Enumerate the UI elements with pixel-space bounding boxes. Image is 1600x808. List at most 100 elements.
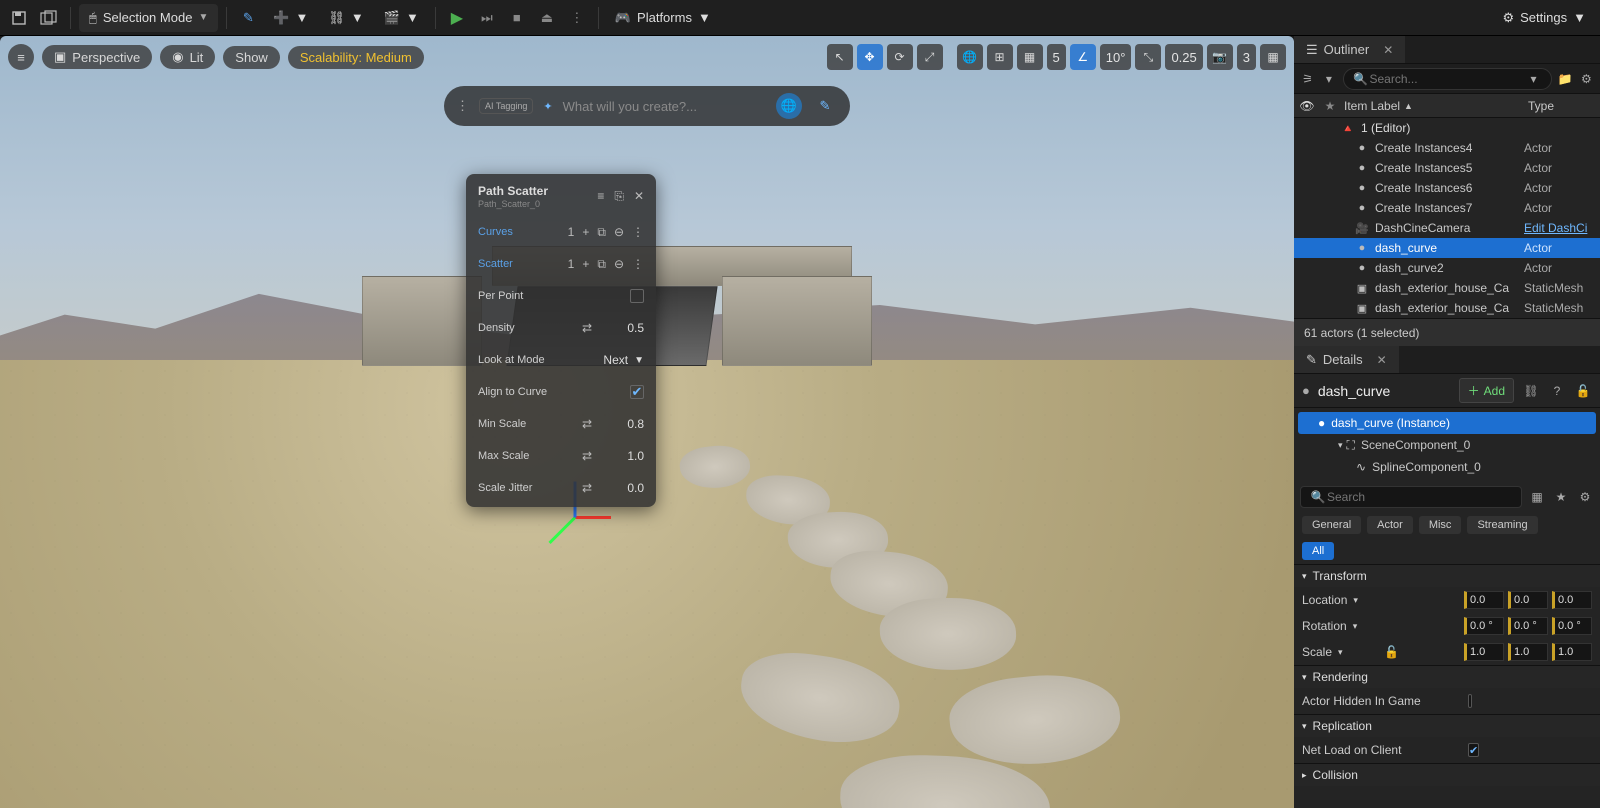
save-all-icon[interactable] [36,5,62,31]
stop-button[interactable]: ■ [504,5,530,31]
slider-icon[interactable]: ⇄ [582,321,592,335]
chevron-down-icon[interactable]: ▾ [1353,621,1358,632]
max-scale-value[interactable]: 1.0 [600,449,644,463]
curves-label[interactable]: Curves [478,226,568,238]
coord-space-icon[interactable]: 🌐 [957,44,983,70]
lock-icon[interactable]: 🔓 [1574,382,1592,400]
show-pill[interactable]: Show [223,46,280,69]
lighting-pill[interactable]: ◉Lit [160,45,215,69]
ai-prompt-bar[interactable]: ⋮ AI Tagging ✦ What will you create?... … [444,86,850,126]
outliner-row[interactable]: ●Create Instances5Actor [1294,158,1600,178]
save-preset-icon[interactable]: ⎘ [614,189,624,204]
viewport-layout-icon[interactable]: ▦ [1260,44,1286,70]
camera-speed-icon[interactable]: 📷 [1207,44,1233,70]
copy-icon[interactable]: ⧉ [597,225,606,240]
scale-tool-icon[interactable]: ⤢ [917,44,943,70]
rot-snap-value[interactable]: 10° [1100,44,1132,70]
details-search[interactable]: 🔍 [1300,486,1522,508]
rot-y[interactable] [1508,617,1548,635]
component-tree[interactable]: ●dash_curve (Instance) ▾⛶SceneComponent_… [1294,408,1600,482]
remove-icon[interactable]: ⊖ [614,257,624,271]
outliner-row[interactable]: ●dash_curve2Actor [1294,258,1600,278]
rot-x[interactable] [1464,617,1504,635]
loc-z[interactable] [1552,591,1592,609]
outliner-row[interactable]: 🎥DashCineCameraEdit DashCi [1294,218,1600,238]
more-icon[interactable]: ⋮ [632,257,644,271]
select-tool-icon[interactable]: ↖ [827,44,853,70]
scale-snap-value[interactable]: 0.25 [1165,44,1202,70]
cat-all[interactable]: All [1302,542,1334,560]
details-search-input[interactable] [1327,490,1513,504]
scatter-label[interactable]: Scatter [478,258,568,270]
spline-component-row[interactable]: ∿SplineComponent_0 [1298,456,1596,478]
mode-dropdown[interactable]: 🖱 Selection Mode ▼ [79,4,218,32]
projection-pill[interactable]: ▣Perspective [42,45,152,69]
filter-icon[interactable]: ⚞ [1300,70,1315,88]
play-options-icon[interactable]: ⋮ [564,5,590,31]
chevron-down-icon[interactable]: ▾ [1353,595,1358,606]
chevron-down-icon[interactable]: ▾ [1302,571,1307,582]
sequencer-dropdown[interactable]: 🎬▼ [376,4,427,32]
loc-y[interactable] [1508,591,1548,609]
step-button[interactable]: ⏭ [474,5,500,31]
new-folder-icon[interactable]: 📁 [1558,70,1573,88]
per-point-checkbox[interactable] [630,289,644,303]
outliner-row[interactable]: ▣dash_exterior_house_CaStaticMesh [1294,298,1600,318]
viewport-menu-icon[interactable]: ≡ [8,44,34,70]
more-icon[interactable]: ⋮ [632,225,644,239]
details-tab[interactable]: ✎ Details ✕ [1294,346,1399,373]
ai-prompt-placeholder[interactable]: What will you create?... [563,99,766,114]
more-icon[interactable]: ⋮ [456,98,469,114]
item-label-header[interactable]: Item Label [1344,99,1400,113]
jitter-value[interactable]: 0.0 [600,481,644,495]
outliner-row[interactable]: ▣dash_exterior_house_CaStaticMesh [1294,278,1600,298]
save-icon[interactable] [6,5,32,31]
grid-icon[interactable]: ▦ [1528,488,1546,506]
look-mode-dropdown[interactable]: Next▼ [603,353,644,367]
density-value[interactable]: 0.5 [600,321,644,335]
loc-x[interactable] [1464,591,1504,609]
gear-icon[interactable]: ⚙ [1579,70,1594,88]
outliner-row[interactable]: ●Create Instances4Actor [1294,138,1600,158]
pin-icon[interactable]: ★ [1320,99,1340,113]
chevron-down-icon[interactable]: ▾ [1525,70,1543,88]
pen-icon[interactable]: ✎ [235,5,261,31]
eject-button[interactable]: ⏏ [534,5,560,31]
outliner-row[interactable]: ●dash_curveActor [1294,238,1600,258]
outliner-search[interactable]: 🔍 ▾ [1343,68,1552,90]
instance-row[interactable]: ●dash_curve (Instance) [1298,412,1596,434]
category-chip[interactable]: Actor [1367,516,1413,534]
outliner-row[interactable]: ●Create Instances6Actor [1294,178,1600,198]
gear-icon[interactable]: ⚙ [1576,488,1594,506]
globe-icon[interactable]: 🌐 [776,93,802,119]
scale-y[interactable] [1508,643,1548,661]
add-icon[interactable]: + [582,225,589,239]
scale-z[interactable] [1552,643,1592,661]
chevron-down-icon[interactable]: ▾ [1338,647,1343,658]
copy-icon[interactable]: ⧉ [597,257,606,272]
chevron-down-icon[interactable]: ▾ [1302,721,1307,732]
scale-x[interactable] [1464,643,1504,661]
scalability-pill[interactable]: Scalability: Medium [288,46,424,69]
outliner-tab[interactable]: ☰ Outliner ✕ [1294,36,1405,63]
star-icon[interactable]: ★ [1552,488,1570,506]
add-icon[interactable]: + [582,257,589,271]
blueprint-dropdown[interactable]: ⛓▼ [320,4,371,32]
slider-icon[interactable]: ⇄ [582,481,592,495]
visibility-icon[interactable]: 👁 [1294,99,1320,113]
type-header[interactable]: Type [1524,99,1600,113]
slider-icon[interactable]: ⇄ [582,449,592,463]
scene-component-row[interactable]: ▾⛶SceneComponent_0 [1298,434,1596,456]
play-button[interactable]: ▶ [444,5,470,31]
chevron-down-icon[interactable]: ▾ [1302,672,1307,683]
min-scale-value[interactable]: 0.8 [600,417,644,431]
category-chip[interactable]: Streaming [1467,516,1537,534]
add-content-dropdown[interactable]: ➕▼ [265,4,316,32]
rot-snap-icon[interactable]: ∠ [1070,44,1096,70]
outliner-search-input[interactable] [1370,72,1525,86]
close-icon[interactable]: ✕ [1383,43,1393,57]
camera-speed-value[interactable]: 3 [1237,44,1256,70]
add-component-button[interactable]: ＋Add [1459,378,1514,403]
category-chip[interactable]: General [1302,516,1361,534]
align-checkbox[interactable]: ✔ [630,385,644,399]
